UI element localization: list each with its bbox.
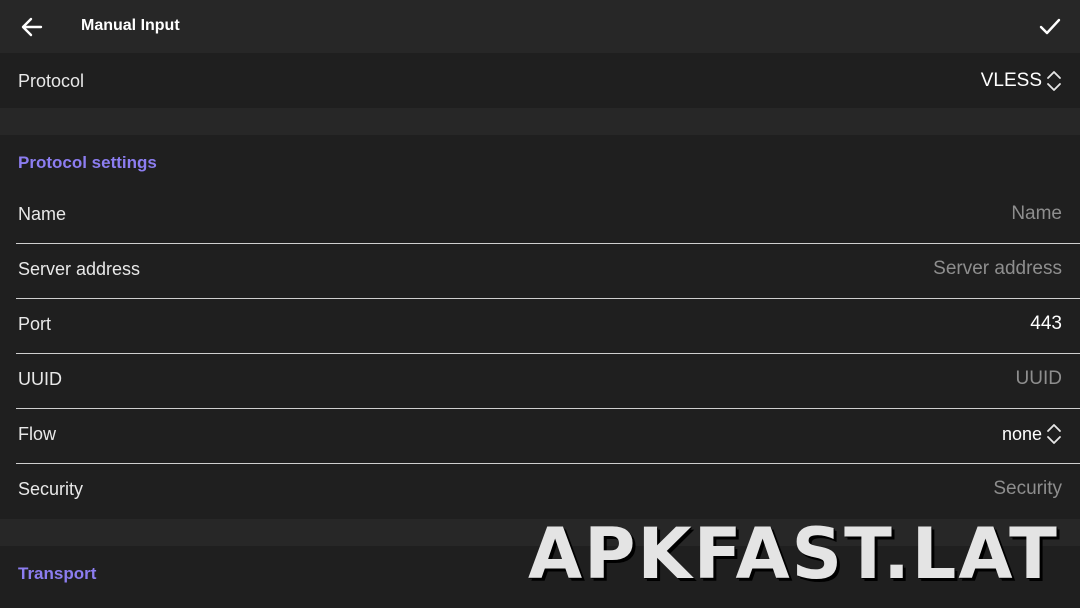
server-address-field[interactable]: Server address Server address [0, 244, 1080, 299]
security-field[interactable]: Security Security [0, 464, 1080, 519]
transport-header: Transport [18, 564, 97, 583]
uuid-field[interactable]: UUID UUID [0, 354, 1080, 409]
security-label: Security [18, 479, 84, 499]
uuid-label: UUID [18, 369, 62, 389]
name-field[interactable]: Name Name [0, 189, 1080, 244]
port-input[interactable]: 443 [1030, 313, 1062, 335]
page-title: Manual Input [81, 17, 180, 34]
flow-value-text: none [1001, 423, 1042, 444]
arrow-left-icon [21, 17, 43, 37]
app-bar: Manual Input [0, 0, 1080, 53]
server-address-label: Server address [18, 259, 141, 279]
up-down-chevron-icon [1047, 71, 1061, 91]
check-icon [1039, 18, 1061, 35]
flow-label: Flow [18, 424, 57, 444]
back-button[interactable] [16, 11, 48, 43]
section-divider [0, 108, 1080, 135]
uuid-input[interactable]: UUID [1016, 368, 1062, 390]
protocol-value-text: VLESS [980, 70, 1042, 91]
security-input[interactable]: Security [993, 478, 1062, 500]
flow-value[interactable]: none [1002, 423, 1062, 445]
port-label: Port [18, 314, 52, 334]
protocol-value[interactable]: VLESS [981, 70, 1062, 92]
section-divider [0, 519, 1080, 546]
flow-selector[interactable]: Flow none [0, 409, 1080, 464]
name-input[interactable]: Name [1011, 203, 1062, 225]
name-label: Name [18, 204, 67, 224]
port-field[interactable]: Port 443 [0, 299, 1080, 354]
up-down-chevron-icon [1047, 424, 1061, 444]
server-address-input[interactable]: Server address [933, 258, 1062, 280]
confirm-button[interactable] [1034, 11, 1066, 43]
protocol-label: Protocol [18, 71, 85, 91]
protocol-selector[interactable]: Protocol VLESS [0, 53, 1080, 108]
manual-input-screen: Manual Input Protocol VLESS Protocol set… [0, 0, 1080, 608]
protocol-settings-header: Protocol settings [18, 153, 157, 172]
